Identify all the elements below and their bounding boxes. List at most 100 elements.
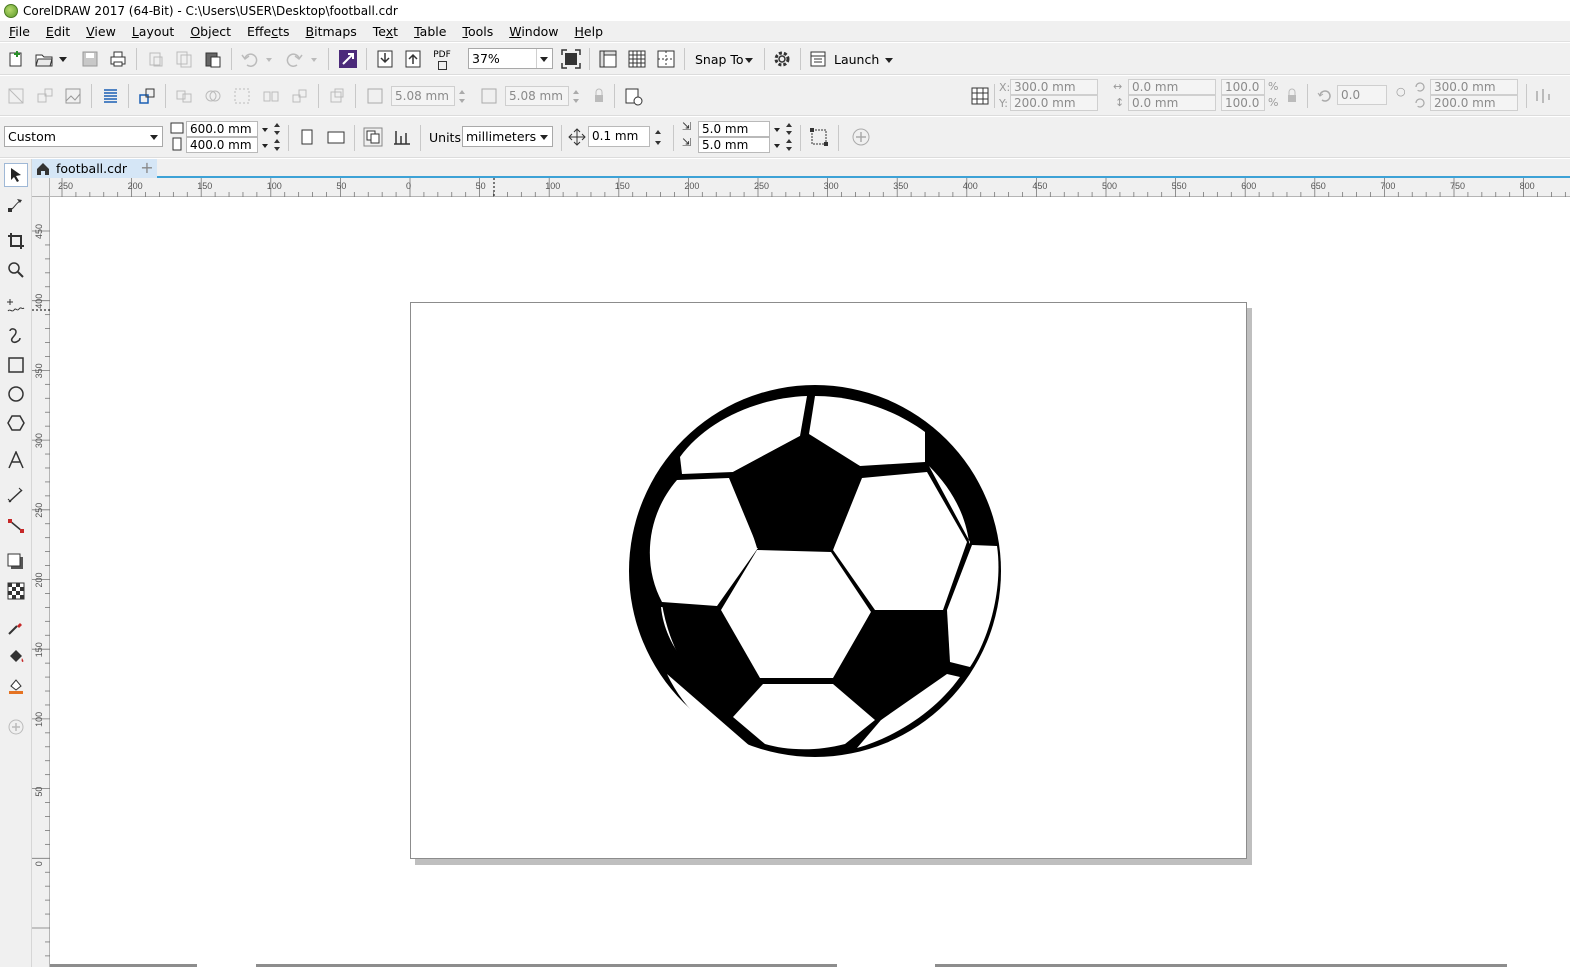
gear-icon[interactable] xyxy=(772,49,792,69)
mirror-horizontal-icon[interactable] xyxy=(1533,86,1553,106)
print-icon[interactable] xyxy=(108,49,128,69)
open-icon[interactable] xyxy=(34,49,54,69)
rotation-center-y-field[interactable]: 200.0 mm xyxy=(1430,95,1518,111)
page-width-spinner[interactable] xyxy=(272,121,283,137)
page-width-dropdown[interactable] xyxy=(260,126,270,134)
ruler-origin[interactable] xyxy=(32,178,50,197)
zoom-tool[interactable] xyxy=(4,258,28,282)
crop-tool[interactable] xyxy=(4,229,28,253)
zoom-level-combo[interactable]: 37% xyxy=(468,48,553,69)
freehand-tool[interactable] xyxy=(4,294,28,318)
weld-icon[interactable] xyxy=(174,86,194,106)
show-grid-icon[interactable] xyxy=(627,49,647,69)
menu-file[interactable]: File xyxy=(4,24,35,39)
launch-dropdown-arrow[interactable] xyxy=(884,56,894,64)
simplify-icon[interactable] xyxy=(261,86,281,106)
save-icon[interactable] xyxy=(80,49,100,69)
landscape-icon[interactable] xyxy=(326,127,346,147)
snap-to-button[interactable]: Snap To xyxy=(695,52,744,67)
nudge-h-spinner[interactable] xyxy=(457,88,468,105)
show-guidelines-icon[interactable] xyxy=(656,49,676,69)
intersect-icon[interactable] xyxy=(232,86,252,106)
cut-icon[interactable] xyxy=(146,49,166,69)
rectangle-tool[interactable] xyxy=(4,353,28,377)
duplicate-y-spinner[interactable] xyxy=(784,137,795,153)
publish-to-pdf-button[interactable]: PDF xyxy=(431,50,453,70)
color-eyedropper-tool[interactable] xyxy=(4,615,28,639)
menu-help[interactable]: Help xyxy=(570,24,609,39)
menu-window[interactable]: Window xyxy=(504,24,563,39)
break-apart-icon[interactable] xyxy=(35,86,55,106)
launch-icon[interactable] xyxy=(808,49,828,69)
lock-ratio-icon[interactable] xyxy=(1282,86,1302,106)
page-height-dropdown[interactable] xyxy=(260,142,270,150)
menu-tools[interactable]: Tools xyxy=(457,24,498,39)
smart-fill-tool[interactable] xyxy=(4,674,28,698)
redo-dropdown-arrow[interactable] xyxy=(309,56,319,64)
undo-dropdown-arrow[interactable] xyxy=(264,56,274,64)
nudge-v-spinner[interactable] xyxy=(571,88,582,105)
new-document-icon[interactable] xyxy=(6,49,26,69)
rotation-center-x-field[interactable]: 300.0 mm xyxy=(1430,79,1518,95)
create-boundary-icon[interactable] xyxy=(327,86,347,106)
duplicate-x-dropdown[interactable] xyxy=(772,126,782,134)
football-drawing[interactable] xyxy=(625,382,1005,760)
menu-view[interactable]: View xyxy=(81,24,121,39)
align-distribute-icon[interactable] xyxy=(137,86,157,106)
parallel-dimension-tool[interactable] xyxy=(4,484,28,508)
trim-icon[interactable] xyxy=(203,86,223,106)
units-combo[interactable]: millimeters xyxy=(462,126,553,147)
undo-icon[interactable] xyxy=(240,49,260,69)
document-properties-icon[interactable] xyxy=(623,86,643,106)
menu-object[interactable]: Object xyxy=(185,24,236,39)
portrait-icon[interactable] xyxy=(297,127,317,147)
artistic-media-tool[interactable] xyxy=(4,323,28,347)
treat-as-filled-icon[interactable] xyxy=(809,127,829,147)
all-pages-icon[interactable] xyxy=(363,127,383,147)
interactive-fill-tool[interactable] xyxy=(4,645,28,669)
objects-panel-icon[interactable] xyxy=(100,86,120,106)
menu-text[interactable]: Text xyxy=(368,24,403,39)
page-height-field[interactable]: 400.0 mm xyxy=(186,137,258,153)
nudge-h-field[interactable]: 5.08 mm xyxy=(391,86,455,106)
combine-icon[interactable] xyxy=(6,86,26,106)
polygon-tool[interactable] xyxy=(4,411,28,435)
duplicate-x-spinner[interactable] xyxy=(784,121,795,137)
nudge-distance-spinner[interactable] xyxy=(653,128,664,147)
full-screen-icon[interactable] xyxy=(561,49,581,69)
x-position-field[interactable]: 300.0 mm xyxy=(1010,79,1098,95)
y-position-field[interactable]: 200.0 mm xyxy=(1010,95,1098,111)
page-height-spinner[interactable] xyxy=(272,137,283,153)
menu-layout[interactable]: Layout xyxy=(127,24,180,39)
menu-effects[interactable]: Effects xyxy=(242,24,295,39)
pick-tool[interactable] xyxy=(4,163,28,187)
new-tab-icon[interactable]: + xyxy=(139,160,155,176)
nudge-v-field[interactable]: 5.08 mm xyxy=(505,86,569,106)
redo-icon[interactable] xyxy=(284,49,304,69)
show-rulers-icon[interactable] xyxy=(598,49,618,69)
export-icon[interactable] xyxy=(403,49,423,69)
import-icon[interactable] xyxy=(375,49,395,69)
width-field[interactable]: 0.0 mm xyxy=(1128,79,1216,95)
document-tab[interactable]: football.cdr + xyxy=(32,159,157,178)
vertical-ruler[interactable]: 450 400 350 300 250 200 150 100 50 0 xyxy=(32,197,50,967)
copy-icon[interactable] xyxy=(174,49,194,69)
duplicate-y-field[interactable]: 5.0 mm xyxy=(698,137,770,153)
quick-customize-tool[interactable] xyxy=(4,715,28,739)
text-tool[interactable] xyxy=(4,448,28,472)
scale-height-field[interactable]: 100.0 xyxy=(1221,95,1265,111)
lock-ratio-icon[interactable] xyxy=(589,86,609,106)
connector-tool[interactable] xyxy=(4,514,28,538)
object-origin-icon[interactable] xyxy=(970,86,990,106)
current-page-icon[interactable] xyxy=(392,127,412,147)
page-width-field[interactable]: 600.0 mm xyxy=(186,121,258,137)
shape-tool[interactable] xyxy=(4,193,28,217)
duplicate-x-field[interactable]: 5.0 mm xyxy=(698,121,770,137)
menu-edit[interactable]: Edit xyxy=(41,24,75,39)
duplicate-y-dropdown[interactable] xyxy=(772,142,782,150)
paste-icon[interactable] xyxy=(203,49,223,69)
menu-bitmaps[interactable]: Bitmaps xyxy=(301,24,362,39)
ellipse-tool[interactable] xyxy=(4,382,28,406)
home-icon[interactable] xyxy=(36,162,50,176)
rotation-field[interactable]: 0.0 xyxy=(1337,85,1387,105)
